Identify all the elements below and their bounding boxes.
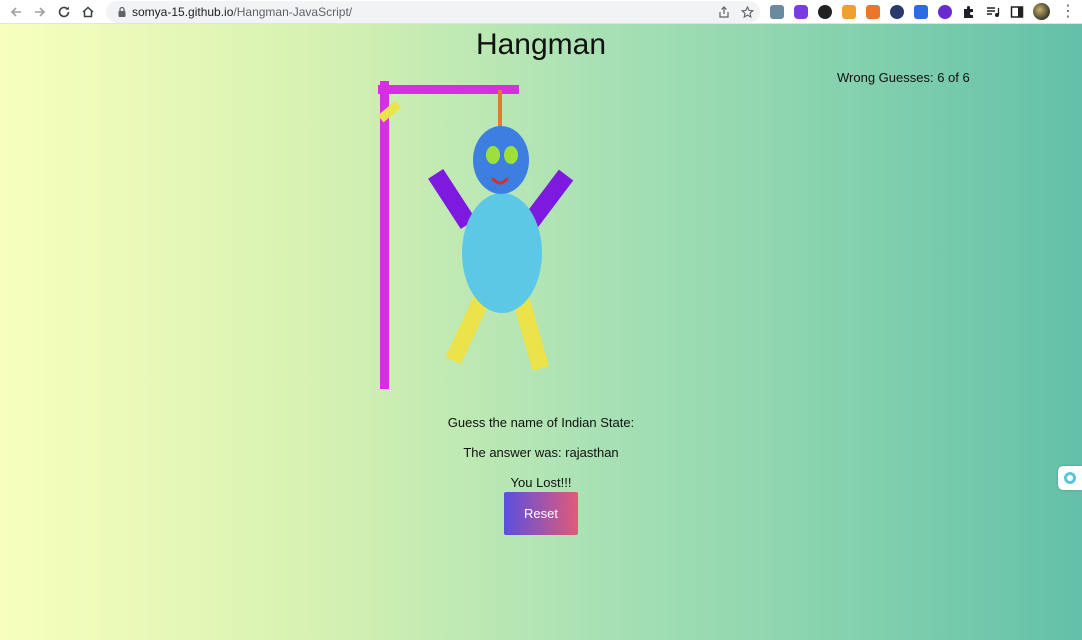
answer-text: The answer was: rajasthan (463, 445, 619, 460)
right-eye (504, 146, 518, 164)
rope (498, 90, 502, 128)
url-text: somya-15.github.io/Hangman-JavaScript/ (132, 5, 353, 19)
reload-icon[interactable] (55, 3, 73, 21)
kebab-menu-icon[interactable]: ⋮ (1060, 3, 1076, 21)
lock-icon (118, 6, 126, 17)
back-arrow-icon[interactable] (7, 3, 25, 21)
gallows-beam (378, 85, 519, 94)
extension-metamask-icon[interactable] (866, 5, 880, 19)
gallows-post (380, 81, 389, 389)
share-icon[interactable] (717, 5, 731, 19)
extension-bolt-icon[interactable] (890, 5, 904, 19)
body (462, 193, 542, 313)
extensions-puzzle-icon[interactable] (962, 5, 976, 19)
extension-chat-icon[interactable] (818, 5, 832, 19)
hint-text: Guess the name of Indian State: (447, 415, 635, 430)
home-icon[interactable] (79, 3, 97, 21)
profile-avatar[interactable] (1033, 3, 1050, 20)
left-eye (486, 146, 500, 164)
hangman-drawing (377, 81, 574, 389)
extension-fox-icon[interactable] (842, 5, 856, 19)
media-playlist-icon[interactable] (986, 5, 1000, 19)
widget-circle-icon (1064, 472, 1076, 484)
floating-widget-button[interactable] (1058, 466, 1082, 490)
reset-button[interactable]: Reset (504, 492, 578, 535)
forward-arrow-icon[interactable] (31, 3, 49, 21)
address-bar[interactable]: somya-15.github.io/Hangman-JavaScript/ (106, 1, 760, 23)
extension-calendar-icon[interactable] (770, 5, 784, 19)
page-viewport: Hangman Wrong Guesses: 6 of 6 Guess the … (0, 24, 1082, 640)
browser-toolbar: somya-15.github.io/Hangman-JavaScript/ ⋮ (0, 0, 1082, 24)
side-panel-icon[interactable] (1010, 5, 1024, 19)
extension-w-icon[interactable] (938, 5, 952, 19)
extension-purple-icon[interactable] (794, 5, 808, 19)
extension-p-icon[interactable] (914, 5, 928, 19)
result-text: You Lost!!! (510, 475, 572, 490)
bookmark-star-icon[interactable] (740, 5, 754, 19)
